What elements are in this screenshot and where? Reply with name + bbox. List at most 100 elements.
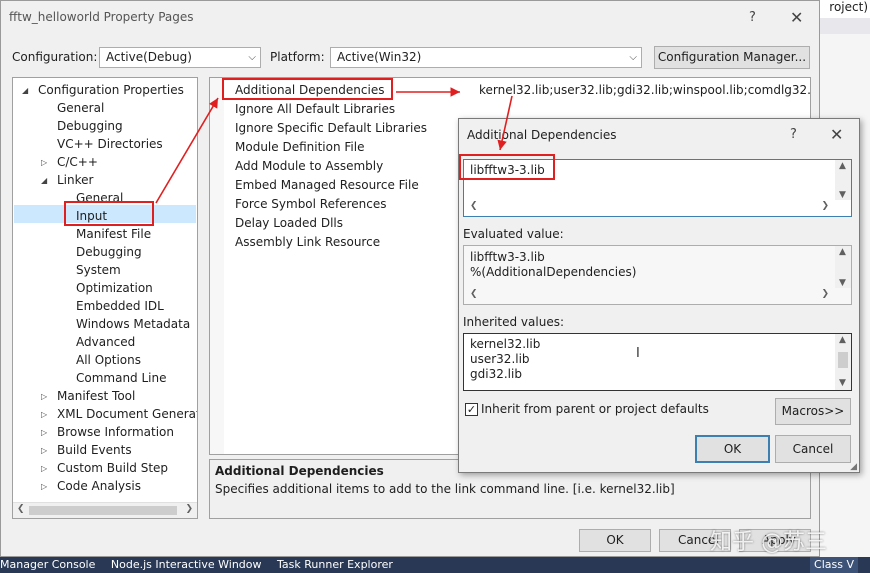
window-title: fftw_helloworld Property Pages xyxy=(9,10,194,24)
tree-item-advanced[interactable]: Advanced xyxy=(76,335,135,349)
scroll-up-arrow-icon[interactable]: ▲ xyxy=(839,335,846,345)
dialog-cancel-button[interactable]: Cancel xyxy=(775,435,851,463)
grid-gutter xyxy=(210,78,224,454)
inherited-values-box: kernel32.lib user32.lib gdi32.lib ▲ ▼ I xyxy=(463,333,852,391)
scroll-left-arrow-icon[interactable]: ❮ xyxy=(470,201,478,211)
platform-select[interactable]: Active(Win32) ⌵ xyxy=(330,47,642,68)
inherit-checkbox-label[interactable]: Inherit from parent or project defaults xyxy=(481,402,709,416)
tree-item-optimization[interactable]: Optimization xyxy=(76,281,153,295)
scroll-right-arrow-icon[interactable]: ❯ xyxy=(821,201,829,211)
property-value[interactable]: kernel32.lib;user32.lib;gdi32.lib;winspo… xyxy=(479,83,810,97)
horizontal-scrollbar[interactable]: ❮ ❯ xyxy=(464,200,851,216)
tree-item-windows-metadata[interactable]: Windows Metadata xyxy=(76,317,190,331)
ok-button[interactable]: OK xyxy=(579,529,651,552)
text-cursor-icon: I xyxy=(636,346,640,361)
scrollbar-thumb[interactable] xyxy=(838,352,848,368)
inherited-line: user32.lib xyxy=(470,352,530,366)
collapsed-arrow-icon[interactable]: ▷ xyxy=(41,158,47,167)
scroll-up-arrow-icon[interactable]: ▲ xyxy=(839,247,846,257)
collapsed-arrow-icon[interactable]: ▷ xyxy=(41,392,47,401)
tree-item-configuration-properties[interactable]: Configuration Properties xyxy=(38,83,184,97)
platform-value: Active(Win32) xyxy=(337,50,422,64)
property-name: Force Symbol References xyxy=(235,197,387,211)
collapsed-arrow-icon[interactable]: ▷ xyxy=(41,410,47,419)
collapsed-arrow-icon[interactable]: ▷ xyxy=(41,482,47,491)
evaluated-line: libfftw3-3.lib xyxy=(470,250,545,264)
configuration-select[interactable]: Active(Debug) ⌵ xyxy=(99,47,261,68)
grid-row-ignore-all-default-libraries[interactable]: Ignore All Default Libraries xyxy=(224,100,810,119)
tree-item-build-events[interactable]: Build Events xyxy=(57,443,132,457)
tree-item-code-analysis[interactable]: Code Analysis xyxy=(57,479,141,493)
dialog-title: Additional Dependencies xyxy=(467,128,617,142)
scroll-up-arrow-icon[interactable]: ▲ xyxy=(839,161,846,171)
tree-item-vc-directories[interactable]: VC++ Directories xyxy=(57,137,163,151)
property-name: Ignore Specific Default Libraries xyxy=(235,121,427,135)
evaluated-value-label: Evaluated value: xyxy=(463,227,564,241)
tree-item-browse-information[interactable]: Browse Information xyxy=(57,425,174,439)
annotation-box-library xyxy=(459,154,555,180)
configuration-label: Configuration: xyxy=(12,50,98,64)
help-button[interactable]: ? xyxy=(749,10,756,25)
scroll-left-arrow-icon[interactable]: ❮ xyxy=(17,504,25,514)
tree-item-command-line[interactable]: Command Line xyxy=(76,371,167,385)
scroll-right-arrow-icon[interactable]: ❯ xyxy=(185,504,193,514)
close-button[interactable]: ✕ xyxy=(790,8,803,27)
evaluated-line: %(AdditionalDependencies) xyxy=(470,265,637,279)
collapsed-arrow-icon[interactable]: ▷ xyxy=(41,464,47,473)
tab-package-manager-console[interactable]: Manager Console xyxy=(0,558,95,571)
tree-item-general[interactable]: General xyxy=(57,101,104,115)
tree-item-cpp[interactable]: C/C++ xyxy=(57,155,98,169)
annotation-box-additional-dependencies xyxy=(222,78,393,100)
tree-item-linker[interactable]: Linker xyxy=(57,173,93,187)
dialog-help-button[interactable]: ? xyxy=(790,127,797,142)
dialog-ok-button[interactable]: OK xyxy=(695,435,770,463)
tree-item-all-options[interactable]: All Options xyxy=(76,353,141,367)
tree-item-custom-build-step[interactable]: Custom Build Step xyxy=(57,461,168,475)
tree-item-embedded-idl[interactable]: Embedded IDL xyxy=(76,299,164,313)
description-title: Additional Dependencies xyxy=(215,464,384,478)
macros-button[interactable]: Macros>> xyxy=(775,398,851,425)
tree-item-manifest-file[interactable]: Manifest File xyxy=(76,227,151,241)
inherited-line: kernel32.lib xyxy=(470,337,541,351)
tree-item-manifest-tool[interactable]: Manifest Tool xyxy=(57,389,135,403)
collapsed-arrow-icon[interactable]: ▷ xyxy=(41,446,47,455)
property-name: Assembly Link Resource xyxy=(235,235,381,249)
property-name: Add Module to Assembly xyxy=(235,159,384,173)
tab-class-view[interactable]: Class V xyxy=(810,557,858,573)
inherit-checkbox[interactable]: ✓ xyxy=(465,403,478,416)
dialog-close-button[interactable]: ✕ xyxy=(830,125,843,144)
property-name: Embed Managed Resource File xyxy=(235,178,419,192)
tab-nodejs-interactive-window[interactable]: Node.js Interactive Window xyxy=(111,558,262,571)
expanded-arrow-icon[interactable]: ◢ xyxy=(22,86,28,95)
chevron-down-icon: ⌵ xyxy=(629,52,637,63)
resize-grip-icon[interactable]: ◢ xyxy=(850,462,857,472)
platform-label: Platform: xyxy=(270,50,325,64)
chevron-down-icon: ⌵ xyxy=(248,52,256,63)
ide-tab-strip xyxy=(820,18,870,34)
property-tree[interactable]: ◢ Configuration Properties General Debug… xyxy=(12,77,198,519)
collapsed-arrow-icon[interactable]: ▷ xyxy=(41,428,47,437)
watermark: 知乎 @苏三 xyxy=(710,530,827,555)
property-name: Ignore All Default Libraries xyxy=(235,102,396,116)
tab-task-runner-explorer[interactable]: Task Runner Explorer xyxy=(277,558,393,571)
horizontal-scrollbar[interactable]: ❮ ❯ xyxy=(464,288,851,304)
scroll-right-arrow-icon[interactable]: ❯ xyxy=(821,289,829,299)
configuration-manager-button[interactable]: Configuration Manager... xyxy=(654,46,810,69)
inherited-values-label: Inherited values: xyxy=(463,315,564,329)
scroll-down-arrow-icon[interactable]: ▼ xyxy=(839,378,846,388)
scroll-down-arrow-icon[interactable]: ▼ xyxy=(839,278,846,288)
tree-item-xml-document-generator[interactable]: XML Document Generator xyxy=(57,407,197,421)
tree-horizontal-scrollbar[interactable]: ❮ ❯ xyxy=(13,502,197,518)
tree-item-linker-debugging[interactable]: Debugging xyxy=(76,245,142,259)
vertical-scrollbar[interactable]: ▲ ▼ xyxy=(835,334,851,390)
scroll-left-arrow-icon[interactable]: ❮ xyxy=(470,289,478,299)
description-text: Specifies additional items to add to the… xyxy=(215,482,675,496)
scrollbar-thumb[interactable] xyxy=(29,506,177,515)
annotation-box-input xyxy=(64,201,154,226)
tree-item-system[interactable]: System xyxy=(76,263,121,277)
scroll-down-arrow-icon[interactable]: ▼ xyxy=(839,190,846,200)
expanded-arrow-icon[interactable]: ◢ xyxy=(41,176,47,185)
tree-item-debugging[interactable]: Debugging xyxy=(57,119,123,133)
ide-solution-text: roject) xyxy=(829,0,868,14)
evaluated-value-box: libfftw3-3.lib %(AdditionalDependencies)… xyxy=(463,245,852,305)
